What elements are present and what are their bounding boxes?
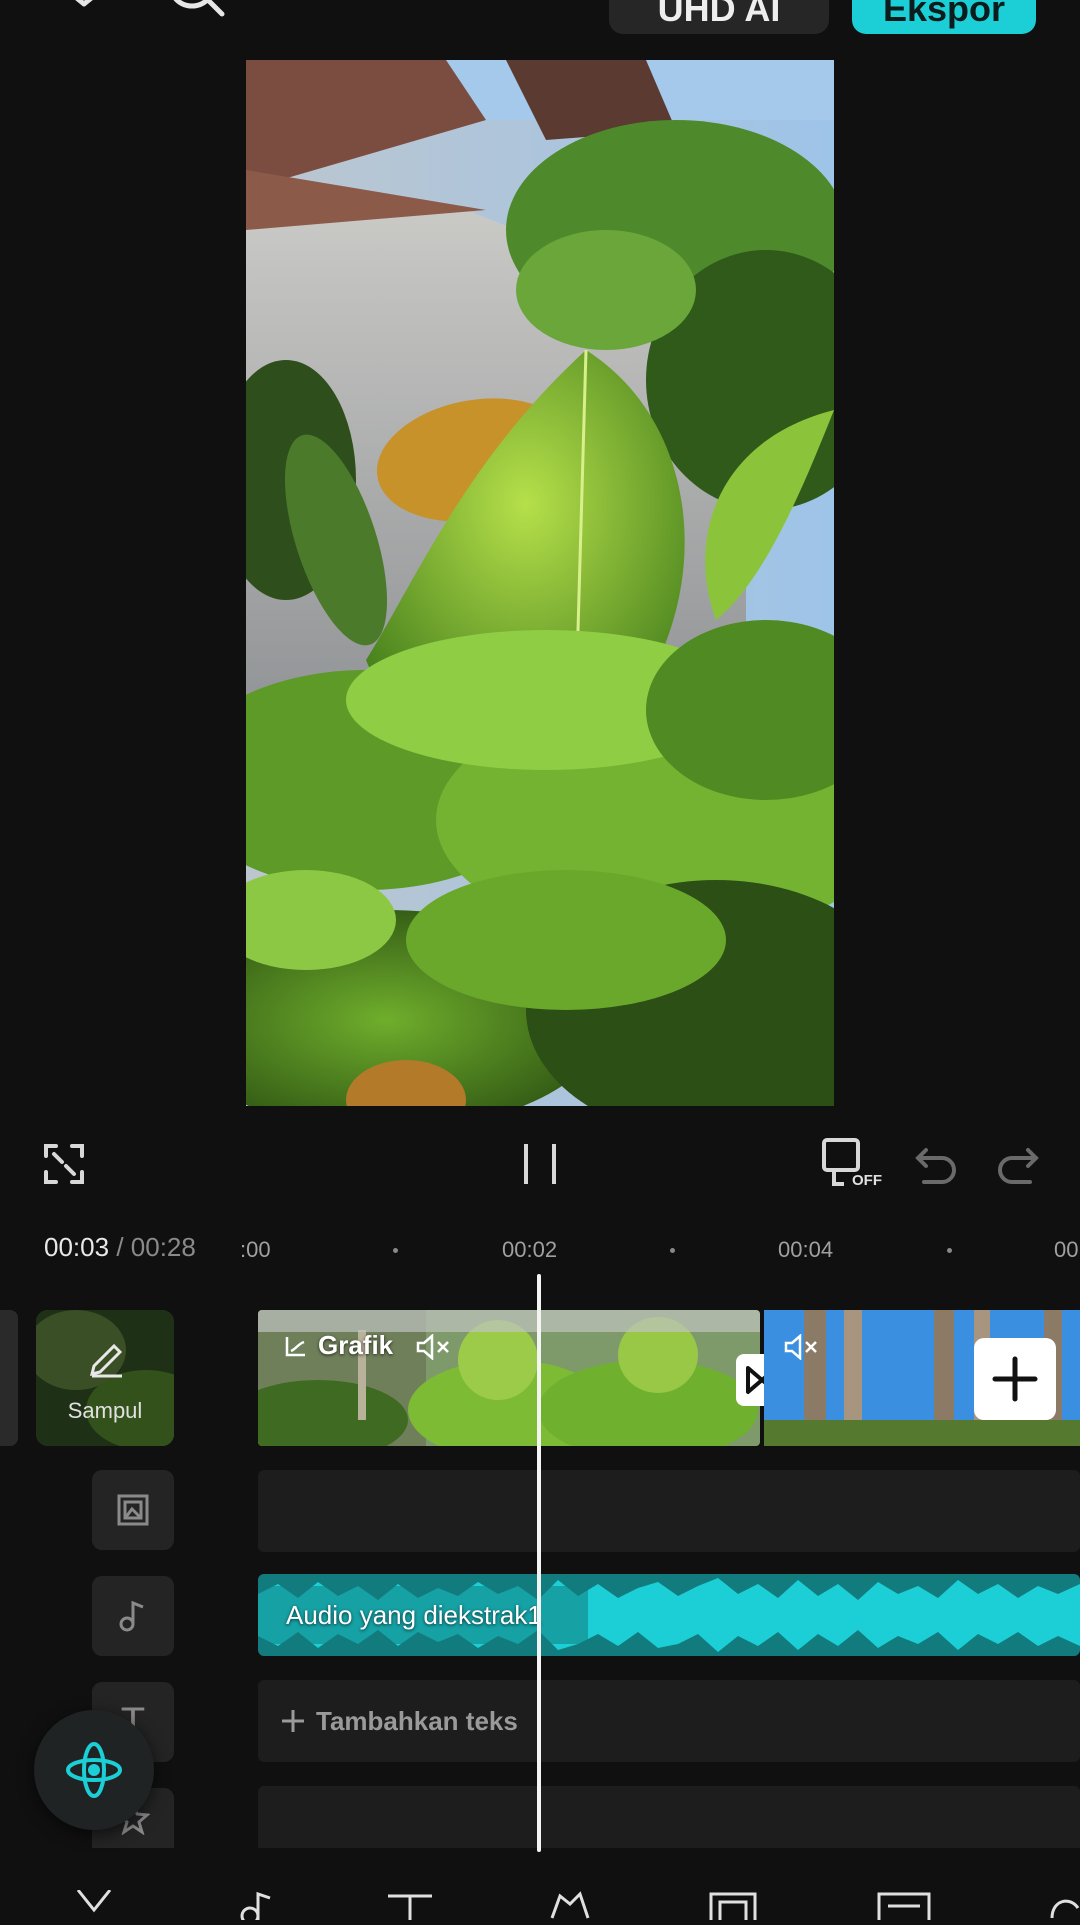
effects-icon [550, 1891, 590, 1919]
ruler-tick: 00:04 [778, 1237, 834, 1262]
resolution-button[interactable]: UHD AI [609, 0, 829, 34]
video-preview[interactable] [246, 60, 834, 1106]
current-time: 00:03 [44, 1232, 110, 1262]
export-label: Ekspor [882, 0, 1006, 29]
export-button[interactable]: Ekspor [852, 0, 1036, 34]
track-edge [0, 1310, 18, 1446]
text-icon [388, 1894, 432, 1920]
music-icon [240, 1891, 271, 1925]
more-icon [1050, 1899, 1080, 1919]
overlay-track-button[interactable] [92, 1470, 174, 1550]
add-text-track[interactable]: Tambahkan teks [258, 1680, 1080, 1762]
graph-icon [285, 1337, 305, 1357]
ruler-tick: :00 [240, 1237, 271, 1262]
total-time: 00:28 [130, 1232, 196, 1262]
ruler-tick: 00 [1054, 1237, 1079, 1262]
close-button[interactable] [56, 0, 112, 22]
timecode: 00:03 / 00:28 [44, 1232, 196, 1263]
pause-icon [524, 1144, 556, 1184]
mute-icon [416, 1334, 449, 1360]
overlay-icon [117, 1494, 149, 1526]
plus-icon [992, 1356, 1038, 1402]
cover-label: Sampul [67, 1398, 143, 1423]
add-clip-button[interactable] [974, 1338, 1056, 1420]
redo-button[interactable] [996, 1144, 1040, 1184]
edit-icon [89, 1343, 123, 1378]
audio-clip[interactable]: Audio yang diekstrak1 [258, 1574, 1080, 1656]
ruler-tick: 00:02 [502, 1237, 558, 1262]
playhead[interactable] [537, 1274, 541, 1852]
plus-icon [282, 1710, 304, 1732]
music-icon [119, 1600, 144, 1632]
overlay-icon [709, 1892, 757, 1925]
pause-button[interactable] [518, 1142, 562, 1186]
fullscreen-icon [44, 1144, 84, 1184]
ai-assistant-icon [66, 1742, 122, 1798]
audio-label: Audio yang diekstrak1 [286, 1600, 542, 1630]
time-separator: / [116, 1232, 124, 1262]
keyframe-toggle[interactable]: OFF [820, 1136, 884, 1192]
mute-icon [784, 1334, 817, 1360]
scissors-icon [76, 1889, 112, 1913]
close-icon [75, 0, 93, 7]
ruler-dot [947, 1248, 952, 1253]
ai-assistant-button[interactable] [34, 1710, 154, 1830]
undo-button[interactable] [914, 1144, 958, 1184]
redo-icon [998, 1148, 1039, 1184]
effects-track[interactable] [258, 1786, 1080, 1848]
search-button[interactable] [164, 0, 228, 24]
undo-icon [915, 1148, 956, 1184]
resolution-label: UHD AI [657, 0, 781, 29]
fullscreen-button[interactable] [42, 1142, 86, 1186]
search-icon [173, 0, 225, 17]
cover-button[interactable]: Sampul [36, 1310, 174, 1446]
video-frame [246, 60, 834, 1106]
clip-label: Grafik [318, 1330, 394, 1360]
ruler-dot [393, 1248, 398, 1253]
add-text-label: Tambahkan teks [316, 1705, 518, 1736]
ruler-dot [670, 1248, 675, 1253]
captions-icon [877, 1892, 931, 1925]
video-clip[interactable]: Grafik [258, 1310, 760, 1446]
keyframe-off-badge: OFF [852, 1172, 882, 1189]
audio-track-button[interactable] [92, 1576, 174, 1656]
overlay-track[interactable] [258, 1470, 1080, 1552]
